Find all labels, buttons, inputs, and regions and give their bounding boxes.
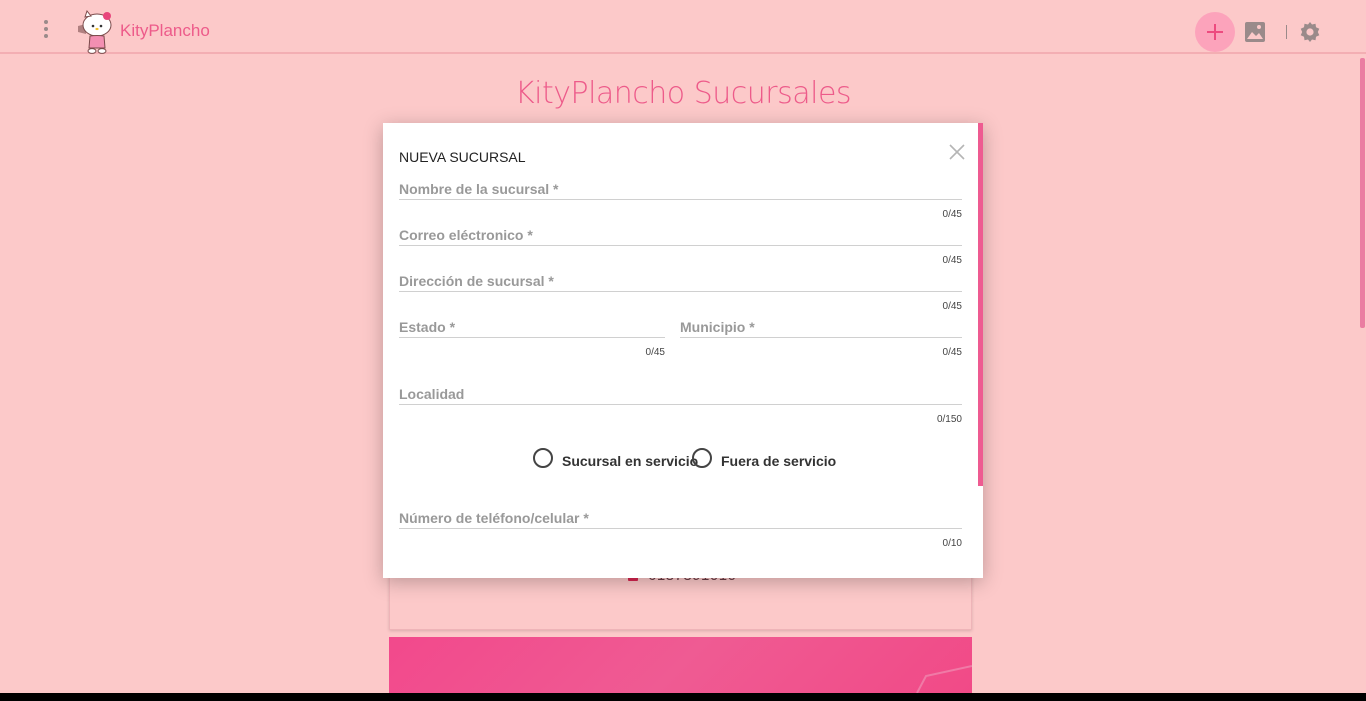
field-underline — [399, 404, 962, 405]
locality-label: Localidad — [399, 386, 465, 402]
char-counter: 0/150 — [936, 414, 962, 425]
char-counter: 0/45 — [942, 301, 962, 312]
page-title: KityPlancho Sucursales — [514, 76, 852, 111]
field-underline — [399, 528, 962, 529]
municipality-field[interactable]: Municipio * 0/45 — [680, 319, 962, 365]
municipality-label: Municipio * — [680, 319, 755, 335]
branch-name-field[interactable]: Nombre de la sucursal * 0/45 — [399, 181, 962, 227]
field-underline — [399, 199, 962, 200]
out-of-service-label: Fuera de servicio — [721, 453, 837, 469]
more-vert-icon[interactable] — [34, 20, 58, 44]
state-field[interactable]: Estado * 0/45 — [399, 319, 665, 365]
phone-field[interactable]: Número de teléfono/celular * 0/10 — [399, 510, 962, 556]
close-icon[interactable] — [948, 143, 966, 161]
hello-kitty-logo[interactable] — [76, 8, 116, 54]
char-counter: 0/45 — [942, 347, 962, 358]
branch-card-image — [389, 637, 972, 693]
email-label: Correo eléctronico * — [399, 227, 533, 243]
brand-name[interactable]: KityPlancho — [120, 21, 210, 41]
radio-circle — [533, 448, 553, 468]
char-counter: 0/10 — [942, 538, 962, 549]
bottom-edge — [0, 693, 1366, 701]
field-underline — [399, 245, 962, 246]
email-field[interactable]: Correo eléctronico * 0/45 — [399, 227, 962, 273]
char-counter: 0/45 — [645, 347, 665, 358]
page-scrollbar[interactable] — [1360, 58, 1365, 328]
add-icon — [1207, 24, 1223, 40]
state-label: Estado * — [399, 319, 456, 335]
phone-label: Número de teléfono/celular * — [399, 510, 589, 526]
address-label: Dirección de sucursal * — [399, 273, 554, 289]
radio-circle — [692, 448, 712, 468]
new-branch-dialog: NUEVA SUCURSAL Nombre de la sucursal * 0… — [383, 123, 983, 578]
dialog-scrollbar[interactable] — [978, 123, 983, 486]
char-counter: 0/45 — [942, 209, 962, 220]
header-divider — [1286, 25, 1287, 39]
add-button[interactable] — [1195, 12, 1235, 52]
image-icon[interactable] — [1244, 21, 1266, 43]
field-underline — [399, 337, 665, 338]
address-field[interactable]: Dirección de sucursal * 0/45 — [399, 273, 962, 319]
app-header: KityPlancho — [0, 0, 1366, 54]
field-underline — [680, 337, 962, 338]
locality-field[interactable]: Localidad 0/150 — [399, 386, 962, 432]
field-underline — [399, 291, 962, 292]
in-service-label: Sucursal en servicio — [562, 453, 699, 469]
settings-icon[interactable] — [1298, 20, 1322, 44]
branch-name-label: Nombre de la sucursal * — [399, 181, 559, 197]
char-counter: 0/45 — [942, 255, 962, 266]
dialog-title: NUEVA SUCURSAL — [399, 149, 526, 165]
